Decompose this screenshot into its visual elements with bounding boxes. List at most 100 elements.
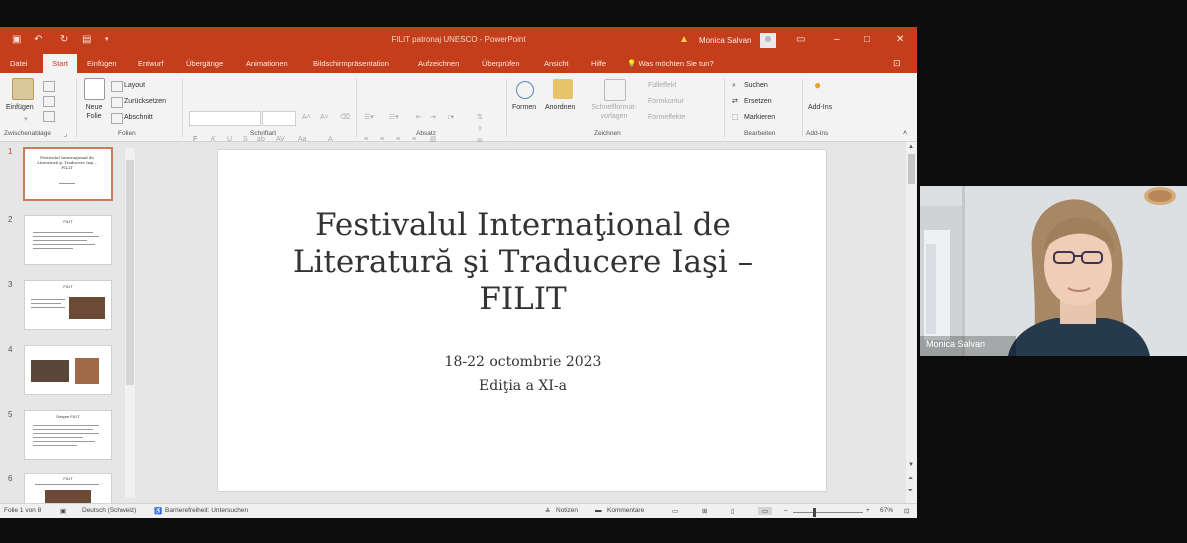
tab-ansicht[interactable]: Ansicht <box>544 59 569 68</box>
shrink-font-icon[interactable]: A˅ <box>320 113 329 122</box>
notes-button[interactable]: Notizen <box>556 507 578 514</box>
slide-scroll-thumb[interactable] <box>908 154 915 184</box>
user-avatar[interactable] <box>760 33 776 48</box>
format-painter-icon[interactable] <box>43 111 55 122</box>
slide-title-line: Festivalul Internaţional de <box>315 207 731 243</box>
reset-button[interactable]: Zurücksetzen <box>124 97 166 106</box>
paste-dropdown-icon[interactable]: ▾ <box>24 115 28 124</box>
comments-button[interactable]: Kommentare <box>607 507 644 514</box>
zoom-level[interactable]: 67% <box>880 507 893 514</box>
thumb-text <box>33 433 99 434</box>
slide-subtitle-edition[interactable]: Ediţia a XI-a <box>218 378 828 394</box>
thumb-title: FILIT <box>63 476 73 481</box>
tab-aufzeichnen[interactable]: Aufzeichnen <box>418 59 459 68</box>
normal-view-icon[interactable]: ▭ <box>672 507 678 515</box>
tab-entwurf[interactable]: Entwurf <box>138 59 163 68</box>
grow-font-icon[interactable]: A˄ <box>302 113 311 122</box>
tab-ueberpruefen[interactable]: Überprüfen <box>482 59 520 68</box>
current-slide[interactable]: Festivalul Internaţional de Literatură ş… <box>217 149 827 492</box>
previous-slide-icon[interactable]: ⏶ <box>908 476 913 483</box>
text-direction-icon[interactable]: ⇅ <box>477 113 483 122</box>
select-button[interactable]: Markieren <box>744 113 775 122</box>
replace-button[interactable]: Ersetzen <box>744 97 772 106</box>
tab-uebergaenge[interactable]: Übergänge <box>186 59 223 68</box>
zoom-in-icon[interactable]: + <box>866 507 870 514</box>
thumbnail-slide-1[interactable]: Festivalul Internaţional de Literatură ş… <box>23 147 113 201</box>
tab-bildschirmpraesentation[interactable]: Bildschirmpräsentation <box>313 59 389 68</box>
title-bar: ▣ ↶ ↻ ▤ ▾ FILIT patronaj UNESCO - PowerP… <box>0 27 917 54</box>
thumbnail-slide-5[interactable]: Despre FILIT <box>24 410 112 460</box>
next-slide-icon[interactable]: ⏷ <box>908 488 913 495</box>
dialog-launcher-icon[interactable]: ⌟ <box>64 130 67 138</box>
font-name-combo[interactable] <box>189 111 261 126</box>
shape-outline-button[interactable]: Formkontur <box>648 97 684 106</box>
warning-icon: ▲ <box>679 34 689 45</box>
thumbnail-slide-2[interactable]: FILIT <box>24 215 112 265</box>
find-button[interactable]: Suchen <box>744 81 768 90</box>
shapes-button[interactable]: Formen <box>512 103 536 112</box>
thumbnail-slide-6[interactable]: FILIT <box>24 473 112 505</box>
ribbon-display-icon[interactable]: ▭ <box>796 34 805 45</box>
thumbnail-slide-3[interactable]: FILIT <box>24 280 112 330</box>
collapse-ribbon-icon[interactable]: ˄ <box>903 129 907 138</box>
align-text-icon[interactable]: ⇳ <box>477 125 483 134</box>
thumb-number: 3 <box>8 280 13 289</box>
shapes-icon[interactable] <box>516 81 534 99</box>
separator <box>182 79 183 137</box>
zoom-slider[interactable] <box>793 512 863 513</box>
minimize-icon[interactable]: – <box>834 34 840 45</box>
slide-sorter-icon[interactable]: ⊞ <box>702 507 707 515</box>
arrange-icon[interactable] <box>553 79 573 99</box>
tell-me-search[interactable]: 💡 Was möchten Sie tun? <box>627 59 714 68</box>
section-button[interactable]: Abschnitt <box>124 113 153 122</box>
reading-view-icon[interactable]: ▯ <box>731 507 735 515</box>
maximize-icon[interactable]: □ <box>864 34 870 45</box>
line-spacing-icon[interactable]: ↕▾ <box>447 113 454 122</box>
scroll-down-icon[interactable]: ▼ <box>908 462 914 468</box>
layout-button[interactable]: Layout <box>124 81 145 90</box>
addins-button[interactable]: Add-Ins <box>808 103 832 112</box>
shape-fill-button[interactable]: Fülleffekt <box>648 81 676 90</box>
tab-animationen[interactable]: Animationen <box>246 59 288 68</box>
user-name[interactable]: Monica Salvan <box>699 36 751 45</box>
tab-hilfe[interactable]: Hilfe <box>591 59 606 68</box>
thumbnail-slide-4[interactable] <box>24 345 112 395</box>
addins-icon: ● <box>814 78 822 92</box>
accessibility-status[interactable]: Barrierefreiheit: Untersuchen <box>165 507 248 514</box>
tab-einfuegen[interactable]: Einfügen <box>87 59 117 68</box>
paste-button[interactable]: Einfügen <box>6 103 34 112</box>
quick-styles-button[interactable]: Schnellformat-vorlagen <box>585 103 643 121</box>
tab-datei[interactable]: Datei <box>10 59 28 68</box>
thumbnail-scroll-thumb[interactable] <box>126 160 134 385</box>
new-slide-icon[interactable] <box>84 78 105 100</box>
zoom-slider-knob[interactable] <box>813 508 816 517</box>
tab-start[interactable]: Start <box>43 54 77 73</box>
close-icon[interactable]: ✕ <box>896 34 904 45</box>
fit-to-window-icon[interactable]: ⊡ <box>904 507 909 515</box>
shape-effects-button[interactable]: Formeffekte <box>648 113 685 122</box>
arrange-button[interactable]: Anordnen <box>545 103 575 112</box>
quick-styles-icon[interactable] <box>604 79 626 101</box>
language-status[interactable]: Deutsch (Schweiz) <box>82 507 136 514</box>
slideshow-view-icon[interactable]: ▭ <box>758 507 773 515</box>
comments-icon: ▬ <box>595 507 602 514</box>
scroll-up-icon[interactable]: ▲ <box>908 144 914 150</box>
slide-subtitle-date[interactable]: 18-22 octombrie 2023 <box>218 354 828 370</box>
new-slide-button[interactable]: Neue Folie <box>82 103 106 121</box>
numbering-icon[interactable]: ☷▾ <box>389 113 399 122</box>
cut-icon[interactable] <box>43 81 55 92</box>
increase-indent-icon[interactable]: ⇥ <box>430 113 436 122</box>
decrease-indent-icon[interactable]: ⇤ <box>416 113 422 122</box>
slide-title-line: FILIT <box>479 281 567 317</box>
paste-icon[interactable] <box>12 78 34 100</box>
thumbnail-scrollbar[interactable] <box>125 148 135 498</box>
zoom-out-icon[interactable]: – <box>784 507 788 514</box>
share-icon[interactable]: ⊡ <box>893 58 901 69</box>
slide-title[interactable]: Festivalul Internaţional de Literatură ş… <box>218 207 828 318</box>
slide-scrollbar[interactable]: ▲ ▼ ⏶ ⏷ <box>906 142 917 503</box>
clear-format-icon[interactable]: ⌫ <box>340 113 350 122</box>
font-size-combo[interactable] <box>262 111 296 126</box>
copy-icon[interactable] <box>43 96 55 107</box>
bullets-icon[interactable]: ☰▾ <box>364 113 374 122</box>
spellcheck-icon[interactable]: ▣ <box>60 507 66 515</box>
